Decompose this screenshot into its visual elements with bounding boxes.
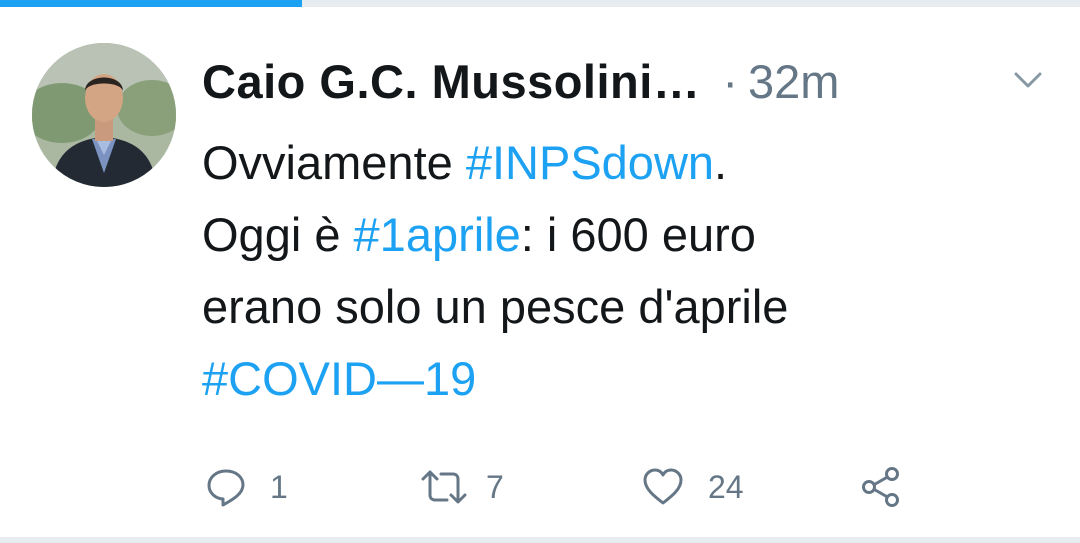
- like-count: 24: [708, 468, 744, 505]
- loading-progress-bar: [0, 0, 1080, 7]
- reply-count: 1: [270, 468, 288, 505]
- tweet-text-line: Ovviamente #INPSdown.: [202, 127, 1062, 199]
- share-icon: [862, 467, 899, 507]
- loading-progress-fill: [0, 0, 303, 7]
- like-button[interactable]: 24: [642, 457, 744, 517]
- avatar-photo: [32, 43, 176, 187]
- hashtag-link[interactable]: #1aprile: [354, 208, 521, 261]
- tweet-text-line: Oggi è #1aprile: i 600 euro: [202, 199, 1062, 271]
- retweet-button[interactable]: 7: [420, 457, 504, 517]
- text-segment: : i 600 euro: [520, 208, 756, 261]
- heart-icon: [643, 468, 683, 505]
- tweet-text-line: #COVID—19: [202, 343, 1062, 415]
- reply-icon: [207, 469, 245, 507]
- retweet-count: 7: [486, 468, 504, 505]
- author-display-name[interactable]: Caio G.C. Mussolini…: [202, 54, 700, 109]
- tweet-actions: 1 7 24: [0, 457, 1080, 517]
- text-segment: .: [714, 136, 728, 189]
- tweet-text: Ovviamente #INPSdown. Oggi è #1aprile: i…: [202, 127, 1062, 415]
- retweet-icon: [421, 470, 467, 504]
- hashtag-link[interactable]: #COVID—19: [202, 352, 476, 405]
- hashtag-link[interactable]: #INPSdown: [466, 136, 714, 189]
- reply-button[interactable]: 1: [206, 457, 288, 517]
- tweet-timestamp[interactable]: 32m: [748, 54, 839, 109]
- text-segment: Ovviamente: [202, 136, 466, 189]
- tweet[interactable]: Caio G.C. Mussolini… · 32m Ovviamente #I…: [0, 7, 1080, 537]
- text-segment: Oggi è: [202, 208, 354, 261]
- divider: [0, 537, 1080, 543]
- chevron-down-icon[interactable]: [1012, 69, 1044, 91]
- tweet-header: Caio G.C. Mussolini… · 32m: [202, 49, 1062, 113]
- avatar[interactable]: [32, 43, 176, 187]
- share-button[interactable]: [860, 457, 902, 517]
- tweet-text-line: erano solo un pesce d'aprile: [202, 280, 789, 333]
- header-separator: ·: [722, 54, 738, 108]
